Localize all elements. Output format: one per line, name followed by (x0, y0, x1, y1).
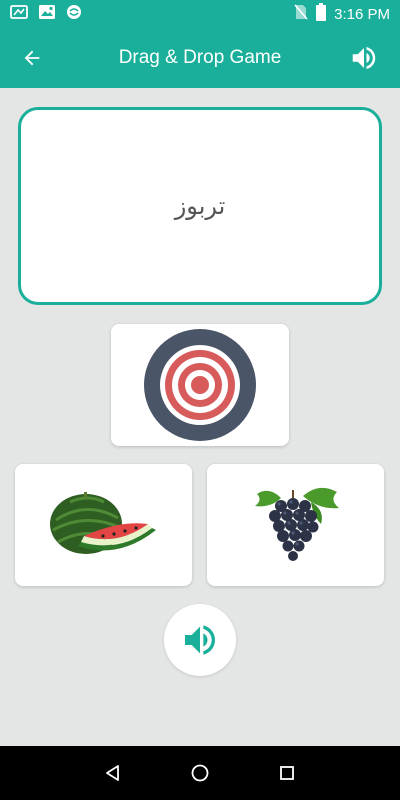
page-title: Drag & Drop Game (118, 47, 282, 68)
image-icon (38, 4, 56, 24)
no-sim-icon (294, 4, 308, 24)
word-card: تربوز (18, 107, 382, 305)
sync-icon (66, 4, 82, 24)
word-text: تربوز (174, 192, 226, 220)
arrow-left-icon (24, 50, 40, 66)
signal-icon (10, 4, 28, 24)
nav-recents-button[interactable] (267, 753, 307, 793)
target-icon (144, 329, 256, 441)
header-sound-button[interactable] (346, 40, 382, 76)
option-card-grapes[interactable] (207, 464, 384, 586)
status-right: 3:16 PM (294, 3, 390, 25)
battery-icon (316, 3, 327, 25)
play-sound-button[interactable] (164, 604, 236, 676)
system-nav-bar (0, 746, 400, 800)
grapes-image (254, 487, 339, 561)
volume-icon (352, 47, 376, 69)
back-button[interactable] (16, 42, 48, 74)
app-bar: Drag & Drop Game (0, 28, 400, 88)
nav-back-button[interactable] (93, 753, 133, 793)
status-left (10, 4, 82, 24)
home-circle-icon (191, 764, 209, 782)
option-card-watermelon[interactable] (15, 464, 192, 586)
volume-icon (185, 625, 215, 655)
watermelon-image (49, 492, 156, 554)
recents-square-icon (279, 766, 294, 780)
nav-home-button[interactable] (180, 753, 220, 793)
drop-target-card[interactable] (111, 324, 289, 446)
status-bar: 3:16 PM (0, 0, 400, 28)
status-time: 3:16 PM (334, 5, 390, 23)
back-triangle-icon (106, 765, 120, 781)
